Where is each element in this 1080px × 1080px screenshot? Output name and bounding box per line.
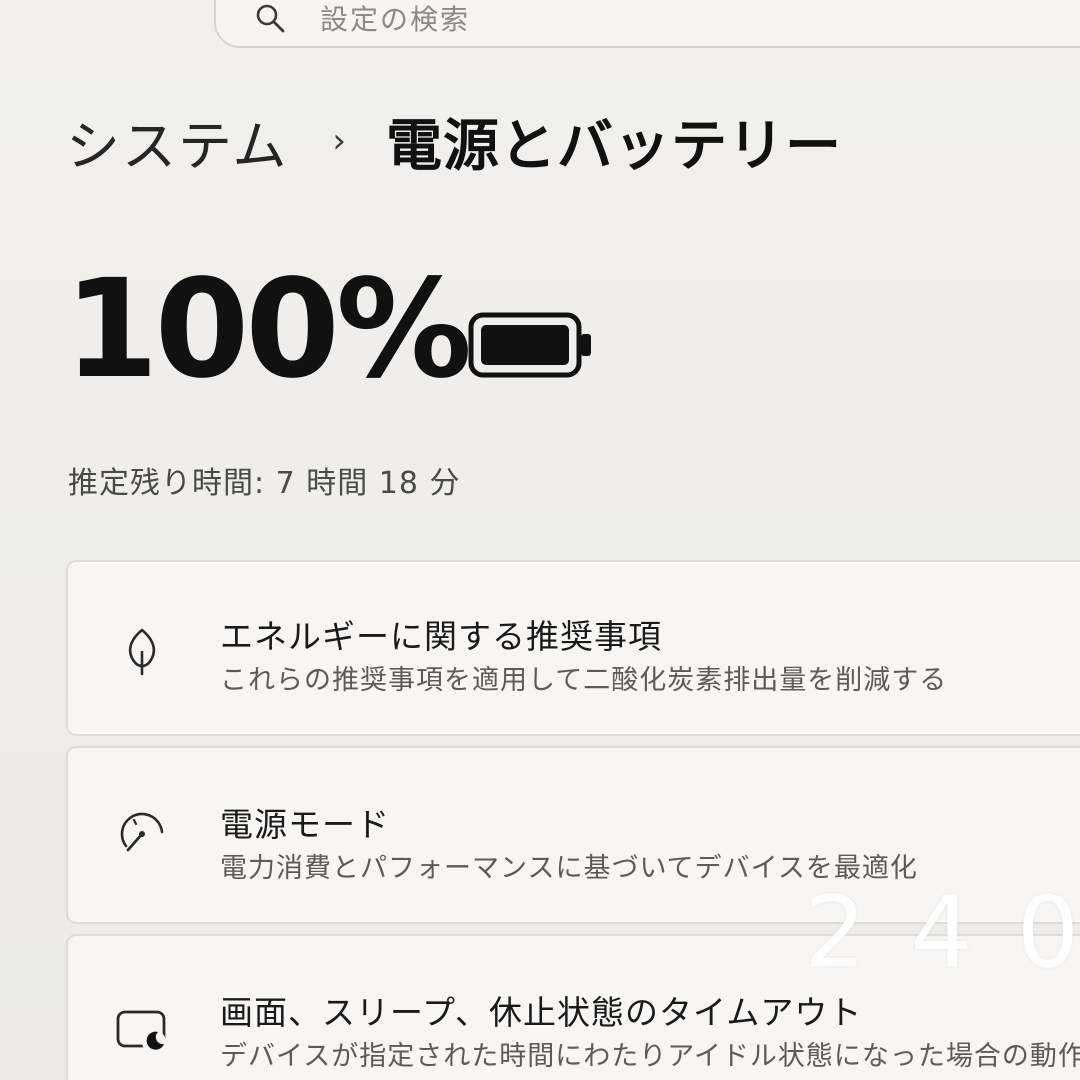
breadcrumb-separator: › xyxy=(332,121,346,161)
screen-sleep-icon xyxy=(116,1010,166,1054)
overlay-watermark-number: 240 xyxy=(804,876,1079,990)
settings-page: 設定の検索 システム › 電源とバッテリー 100% 推定残り時間: 7 時間 … xyxy=(0,0,1080,1080)
breadcrumb: システム › 電源とバッテリー xyxy=(66,96,842,186)
card-description: これらの推奨事項を適用して二酸化炭素排出量を削減する xyxy=(220,665,948,696)
battery-percentage: 100% xyxy=(64,251,472,409)
leaf-icon xyxy=(128,628,156,676)
breadcrumb-system-link[interactable]: システム xyxy=(66,102,288,181)
battery-full-icon xyxy=(468,312,591,378)
search-box[interactable]: 設定の検索 xyxy=(214,0,1080,48)
search-icon xyxy=(256,4,285,33)
search-input[interactable]: 設定の検索 xyxy=(320,0,470,38)
card-description: デバイスが指定された時間にわたりアイドル状態になった場合の動作を選 xyxy=(220,1041,1080,1072)
speedometer-icon xyxy=(120,812,164,852)
page-title: 電源とバッテリー xyxy=(386,113,842,179)
card-title: 画面、スリープ、休止状態のタイムアウト xyxy=(220,993,863,1032)
battery-level-fill xyxy=(481,325,569,365)
battery-time-remaining: 推定残り時間: 7 時間 18 分 xyxy=(68,466,461,501)
card-title: エネルギーに関する推奨事項 xyxy=(220,617,662,656)
card-title: 電源モード xyxy=(220,805,390,844)
energy-recommendations-card[interactable]: エネルギーに関する推奨事項 これらの推奨事項を適用して二酸化炭素排出量を削減する xyxy=(66,560,1080,736)
